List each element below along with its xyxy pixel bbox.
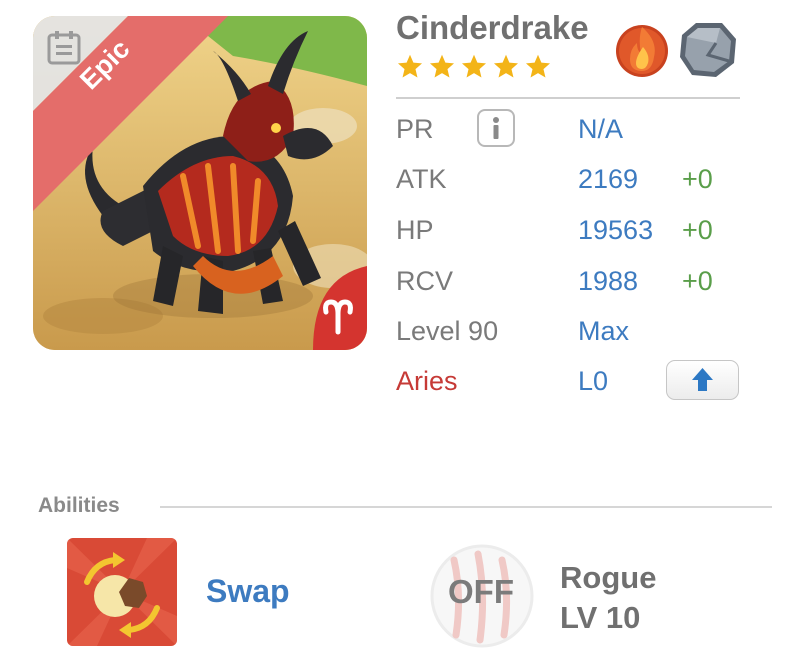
- passive-ability-name: Rogue: [560, 560, 657, 595]
- stat-row-pr: PR N/A: [396, 108, 756, 152]
- notes-icon[interactable]: [46, 30, 82, 66]
- star-icon: [428, 53, 456, 81]
- passive-state-label: OFF: [448, 573, 514, 610]
- abilities-heading: Abilities: [38, 494, 120, 517]
- stone-element-icon[interactable]: [676, 17, 740, 81]
- pr-value: N/A: [578, 114, 624, 144]
- zodiac-level: L0: [578, 366, 609, 396]
- hp-bonus: +0: [682, 215, 713, 245]
- abilities-divider: [160, 506, 772, 508]
- rcv-label: RCV: [396, 266, 454, 296]
- level-label: Level 90: [396, 316, 499, 346]
- stat-row-hp: HP 19563 +0: [396, 209, 756, 253]
- header-divider: [396, 97, 740, 99]
- arrow-up-icon: [692, 368, 713, 391]
- star-icon: [460, 53, 488, 81]
- star-icon: [396, 53, 424, 81]
- hp-label: HP: [396, 215, 434, 245]
- passive-ability-level: LV 10: [560, 600, 641, 635]
- info-icon: [493, 117, 499, 139]
- level-value: Max: [578, 316, 630, 346]
- stat-row-rcv: RCV 1988 +0: [396, 260, 756, 304]
- stat-row-level: Level 90 Max: [396, 310, 756, 354]
- rcv-bonus: +0: [682, 266, 713, 296]
- pr-label: PR: [396, 114, 434, 144]
- fire-element-icon[interactable]: [610, 17, 674, 81]
- star-rating: [396, 53, 552, 83]
- swap-ability-icon[interactable]: [67, 538, 177, 646]
- star-icon: [524, 53, 552, 81]
- star-icon: [492, 53, 520, 81]
- upgrade-button[interactable]: [666, 360, 739, 400]
- stat-row-atk: ATK 2169 +0: [396, 158, 756, 202]
- rcv-value: 1988: [578, 266, 639, 296]
- passive-ability-info: Rogue LV 10: [560, 558, 656, 638]
- atk-label: ATK: [396, 164, 447, 194]
- creature-name: Cinderdrake: [396, 9, 589, 46]
- hp-value: 19563: [578, 215, 654, 245]
- stat-row-zodiac: Aries L0: [396, 360, 756, 404]
- aries-zodiac-icon: [318, 296, 358, 336]
- info-button[interactable]: [477, 109, 515, 147]
- atk-bonus: +0: [682, 164, 713, 194]
- atk-value: 2169: [578, 164, 639, 194]
- zodiac-label: Aries: [396, 366, 458, 396]
- active-ability-name[interactable]: Swap: [206, 573, 290, 610]
